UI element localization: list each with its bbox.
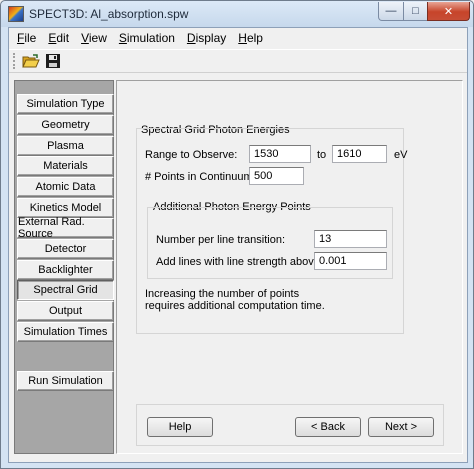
menu-display[interactable]: Display <box>181 31 232 45</box>
menu-edit[interactable]: Edit <box>42 31 75 45</box>
nav-simulation-type[interactable]: Simulation Type <box>17 94 114 114</box>
client-area: File Edit View Simulation Display Help S… <box>8 27 468 463</box>
nav-geometry[interactable]: Geometry <box>17 115 114 135</box>
toolbar <box>9 49 467 73</box>
nav-detector[interactable]: Detector <box>17 239 114 259</box>
nav-backlighter[interactable]: Backlighter <box>17 260 114 280</box>
save-disk-icon[interactable] <box>43 52 63 70</box>
per-line-input[interactable]: 13 <box>314 230 387 248</box>
spectral-grid-page: Spectral Grid Photon Energies Range to O… <box>116 80 463 454</box>
next-button[interactable]: Next > <box>368 417 434 437</box>
range-to-input[interactable]: 1610 <box>332 145 387 163</box>
spectral-grid-group: Range to Observe: 1530 to 1610 eV # Poin… <box>136 128 408 334</box>
nav-materials[interactable]: Materials <box>17 156 114 176</box>
unit-label: eV <box>394 149 408 161</box>
close-button[interactable]: ✕ <box>427 2 470 21</box>
title-bar[interactable]: SPECT3D: Al_absorption.spw — □ ✕ <box>1 1 473 27</box>
wizard-button-bar: Help < Back Next > <box>136 404 444 446</box>
range-label: Range to Observe: <box>145 149 238 161</box>
nav-plasma[interactable]: Plasma <box>17 136 114 156</box>
strength-input[interactable]: 0.001 <box>314 252 387 270</box>
menu-help[interactable]: Help <box>232 31 269 45</box>
bottom-frame <box>8 463 468 468</box>
additional-points-group: Number per line transition: 13 Add lines… <box>147 207 393 279</box>
nav-output[interactable]: Output <box>17 301 114 321</box>
per-line-label: Number per line transition: <box>156 234 286 246</box>
nav-external-rad-source[interactable]: External Rad. Source <box>17 216 114 240</box>
range-to-label: to <box>317 149 327 161</box>
minimize-button[interactable]: — <box>378 2 404 21</box>
note-line-2: requires additional computation time. <box>145 300 325 312</box>
points-label: # Points in Continuum: <box>145 171 256 183</box>
toolbar-grip[interactable] <box>13 53 16 69</box>
nav-spectral-grid[interactable]: Spectral Grid <box>17 280 114 300</box>
app-window: SPECT3D: Al_absorption.spw — □ ✕ File Ed… <box>0 0 474 469</box>
maximize-button[interactable]: □ <box>403 2 428 21</box>
range-from-input[interactable]: 1530 <box>249 145 311 163</box>
open-folder-icon[interactable] <box>21 52 41 70</box>
points-input[interactable]: 500 <box>249 167 304 185</box>
menu-bar: File Edit View Simulation Display Help <box>9 28 467 48</box>
nav-simulation-times[interactable]: Simulation Times <box>17 322 114 342</box>
menu-simulation[interactable]: Simulation <box>113 31 181 45</box>
strength-label: Add lines with line strength above: <box>156 256 323 268</box>
menu-view[interactable]: View <box>75 31 113 45</box>
note-line-1: Increasing the number of points <box>145 288 300 300</box>
window-title: SPECT3D: Al_absorption.spw <box>29 7 189 21</box>
run-simulation-button[interactable]: Run Simulation <box>17 371 114 391</box>
nav-kinetics-model[interactable]: Kinetics Model <box>17 198 114 218</box>
spect3d-app-icon <box>8 6 24 22</box>
help-button[interactable]: Help <box>147 417 213 437</box>
nav-atomic-data[interactable]: Atomic Data <box>17 177 114 197</box>
menu-file[interactable]: File <box>11 31 42 45</box>
back-button[interactable]: < Back <box>295 417 361 437</box>
navigation-sidebar: Simulation Type Geometry Plasma Material… <box>14 80 114 454</box>
